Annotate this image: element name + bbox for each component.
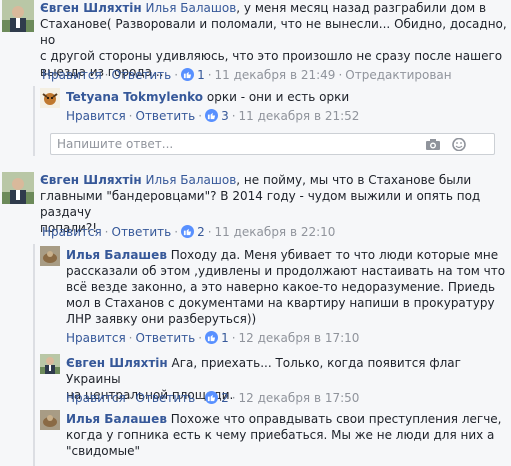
avatar[interactable]	[2, 0, 34, 32]
comment-text-line: ЛНР заявку они разберуться))	[66, 312, 257, 326]
reply-comment: Илья Балашев Походу да. Меня убивает то …	[40, 246, 511, 346]
comment-text-line: с другой стороны удивляюсь, что это прои…	[40, 49, 503, 63]
comment-text-line: когда у гопника есть к чему приебаться. …	[66, 428, 495, 442]
mention-link[interactable]: Илья Балашов	[146, 173, 237, 187]
sticker-icon[interactable]	[451, 137, 467, 152]
like-count-icon[interactable]	[181, 68, 195, 81]
comment-text-line: орки - они и есть орки	[206, 90, 350, 104]
comment-author[interactable]: Євген Шляхтін	[40, 173, 142, 187]
separator: ·	[174, 68, 179, 82]
reply-comment: Илья Балашев Похоже что оправдывать свои…	[40, 410, 511, 466]
comment-text-line: , не пойму, мы что в Стаханове были	[236, 173, 472, 187]
separator: ·	[128, 391, 133, 405]
reply-thread-line	[33, 244, 35, 466]
separator: ·	[207, 225, 212, 239]
comment-text-line: Походу да. Меня убивает то что люди кото…	[170, 248, 499, 262]
comment-text-line: всё везде законно, а это наверно какое-т…	[66, 280, 496, 294]
like-link[interactable]: Нравится	[66, 331, 126, 345]
comment-actions: Нравится · Ответить · 3 · 11 декабря в 21:52	[66, 108, 359, 124]
like-link[interactable]: Нравится	[42, 225, 102, 239]
separator: ·	[231, 391, 236, 405]
edited-label[interactable]: Отредактирован	[345, 68, 451, 82]
separator: ·	[338, 68, 343, 82]
comment-author[interactable]: Євген Шляхтін	[40, 1, 142, 15]
comment-text-line: "свидомые"	[66, 444, 141, 458]
comment-actions: Нравится · Ответить · 2 · 11 декабря в 22:10	[42, 224, 335, 240]
like-count-icon[interactable]	[205, 331, 219, 344]
separator: ·	[128, 331, 133, 345]
comment-actions: Нравится · Ответить · 1 · 12 декабря в 17:10	[66, 330, 359, 346]
camera-icon[interactable]	[425, 138, 441, 151]
like-count-icon[interactable]	[205, 109, 219, 122]
comment-author[interactable]: Илья Балашев	[66, 412, 167, 426]
comment-actions: Нравится · Ответить · 1 · 11 декабря в 21:49 · О…	[42, 67, 452, 83]
comment: Євген Шляхтін Илья Балашов, не пойму, мы…	[2, 172, 511, 240]
separator: ·	[128, 109, 133, 123]
comment-author[interactable]: Tetyana Tokmylenko	[66, 90, 203, 104]
reply-link[interactable]: Ответить	[112, 225, 172, 239]
reply-composer[interactable]	[50, 133, 495, 155]
avatar[interactable]	[40, 246, 60, 266]
avatar[interactable]	[40, 88, 60, 108]
comment: Євген Шляхтін Илья Балашов, у меня месяц…	[2, 0, 511, 84]
comment-actions: Нравится · Ответить · 2 · 12 декабря в 17:50	[66, 390, 359, 406]
separator: ·	[231, 109, 236, 123]
reply-comment: Євген Шляхтін Ага, приехать... Только, к…	[40, 354, 511, 406]
avatar[interactable]	[2, 172, 34, 204]
separator: ·	[198, 109, 203, 123]
comment-text-line: Стаханове( Разворовали и поломали, что н…	[40, 17, 507, 47]
timestamp[interactable]: 11 декабря в 21:49	[215, 68, 336, 82]
reply-link[interactable]: Ответить	[136, 391, 196, 405]
like-count[interactable]: 2	[197, 225, 205, 239]
separator: ·	[198, 391, 203, 405]
comment-text-line: мол в Стаханов с документами на квартиру…	[66, 296, 495, 310]
comment-text-line: рассказали об этом ,удивлены и продолжаю…	[66, 264, 506, 278]
like-link[interactable]: Нравится	[42, 68, 102, 82]
like-count-icon[interactable]	[181, 225, 195, 238]
separator: ·	[198, 331, 203, 345]
separator: ·	[207, 68, 212, 82]
reply-link[interactable]: Ответить	[136, 331, 196, 345]
separator: ·	[174, 225, 179, 239]
separator: ·	[104, 68, 109, 82]
like-count[interactable]: 3	[221, 109, 229, 123]
reply-comment: Tetyana Tokmylenko орки - они и есть орк…	[40, 88, 511, 126]
like-count[interactable]: 1	[197, 68, 205, 82]
like-link[interactable]: Нравится	[66, 109, 126, 123]
avatar[interactable]	[40, 354, 60, 374]
timestamp[interactable]: 11 декабря в 22:10	[215, 225, 336, 239]
like-link[interactable]: Нравится	[66, 391, 126, 405]
like-count-icon[interactable]	[205, 391, 219, 404]
timestamp[interactable]: 11 декабря в 21:52	[239, 109, 360, 123]
comment-author[interactable]: Илья Балашев	[66, 248, 167, 262]
timestamp[interactable]: 12 декабря в 17:50	[239, 391, 360, 405]
separator: ·	[104, 225, 109, 239]
comment-author[interactable]: Євген Шляхтін	[66, 356, 168, 370]
avatar[interactable]	[40, 410, 60, 430]
comment-text-line: главными "бандеровцами"? В 2014 году - ч…	[40, 189, 481, 219]
separator: ·	[231, 331, 236, 345]
reply-link[interactable]: Ответить	[136, 109, 196, 123]
reply-input[interactable]	[57, 136, 397, 152]
like-count[interactable]: 1	[221, 331, 229, 345]
like-count[interactable]: 2	[221, 391, 229, 405]
reply-thread-line	[33, 86, 35, 156]
comment-text-line: , у меня месяц назад разграбили дом в	[236, 1, 487, 15]
mention-link[interactable]: Илья Балашов	[146, 1, 237, 15]
comment-text-line: Похоже что оправдывать свои преступления…	[170, 412, 502, 426]
reply-link[interactable]: Ответить	[112, 68, 172, 82]
timestamp[interactable]: 12 декабря в 17:10	[239, 331, 360, 345]
comment-thread: Євген Шляхтін Илья Балашов, у меня месяц…	[0, 0, 511, 466]
